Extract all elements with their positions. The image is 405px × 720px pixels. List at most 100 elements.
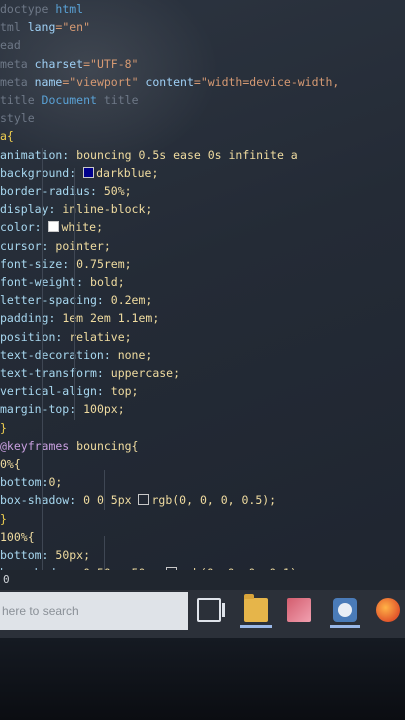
code-token: ="viewport" xyxy=(62,74,139,89)
code-line[interactable]: } xyxy=(0,419,405,437)
code-token: rgb(0, 0, 0, 0.5); xyxy=(151,493,277,508)
code-token: pointer; xyxy=(55,238,111,253)
code-token: ead xyxy=(0,38,21,53)
code-line[interactable]: margin-top: 100px; xyxy=(0,400,405,418)
code-line[interactable]: font-weight: bold; xyxy=(0,273,405,291)
code-token: top; xyxy=(110,384,139,399)
code-line[interactable]: animation: bouncing 0.5s ease 0s infinit… xyxy=(0,146,405,164)
code-line[interactable]: padding: 1em 2em 1.1em; xyxy=(0,309,405,327)
code-token: style xyxy=(0,111,35,126)
code-editor-screen: doctype html tml lang="en" ead meta charse… xyxy=(0,0,405,600)
code-token: text-transform: xyxy=(0,366,111,380)
code-token: html xyxy=(48,2,84,16)
code-token: text-decoration: xyxy=(0,347,118,362)
code-token: ="en" xyxy=(55,20,91,35)
code-line[interactable]: font-size: 0.75rem; xyxy=(0,255,405,273)
code-token: } xyxy=(0,420,7,435)
firefox-icon[interactable] xyxy=(376,598,400,622)
code-line[interactable]: position: relative; xyxy=(0,328,405,346)
code-token: border-radius: xyxy=(0,184,104,198)
code-line[interactable]: text-decoration: none; xyxy=(0,346,405,364)
code-line[interactable]: doctype html xyxy=(0,0,405,18)
code-line[interactable]: style xyxy=(0,109,405,127)
code-line[interactable]: 0%{ xyxy=(0,455,405,473)
code-line[interactable]: a{ xyxy=(0,127,405,145)
code-token: letter-spacing: xyxy=(0,293,111,308)
code-token: doctype xyxy=(0,2,49,16)
code-line[interactable]: 100%{ xyxy=(0,528,405,546)
code-token: bottom: xyxy=(0,548,56,562)
code-token: @keyframes xyxy=(0,438,77,453)
code-line[interactable]: @keyframes bouncing{ xyxy=(0,437,405,455)
code-token: 0; xyxy=(48,475,63,490)
code-token: 50%; xyxy=(103,184,132,198)
code-token: darkblue; xyxy=(96,165,159,180)
code-token: charset xyxy=(27,56,84,71)
code-token: content xyxy=(138,74,194,89)
code-line[interactable]: meta charset="UTF-8" xyxy=(0,55,405,73)
code-token: bouncing 0.5s ease 0s infinite a xyxy=(76,147,298,162)
code-line[interactable]: title Document title xyxy=(0,91,405,109)
code-line[interactable]: meta name="viewport" content="width=devi… xyxy=(0,73,405,91)
active-indicator xyxy=(240,625,272,628)
code-token: position: xyxy=(0,329,70,344)
status-bar: 0 xyxy=(0,570,405,590)
color-swatch-icon xyxy=(83,166,95,178)
app-icon[interactable] xyxy=(333,598,357,622)
code-token: vertical-align: xyxy=(0,384,111,399)
code-token: 1em 2em 1.1em; xyxy=(62,311,160,326)
code-token: white; xyxy=(61,220,104,235)
code-line[interactable]: vertical-align: top; xyxy=(0,382,405,400)
code-token: title xyxy=(0,93,35,107)
code-line[interactable]: tml lang="en" xyxy=(0,18,405,36)
code-line[interactable]: bottom: 50px; xyxy=(0,546,405,564)
code-line[interactable]: border-radius: 50%; xyxy=(0,182,405,200)
code-line[interactable]: } xyxy=(0,510,405,528)
code-token: display: xyxy=(0,202,63,217)
code-line[interactable]: color: white; xyxy=(0,218,405,236)
code-line[interactable]: ead xyxy=(0,36,405,54)
code-line[interactable]: bottom:0; xyxy=(0,473,405,491)
code-line[interactable]: letter-spacing: 0.2em; xyxy=(0,291,405,309)
code-token: name xyxy=(27,74,63,89)
code-token: cursor: xyxy=(0,238,56,253)
code-token: ="width=device-width, xyxy=(193,74,340,89)
search-box[interactable]: here to search xyxy=(0,592,188,630)
code-token: } xyxy=(0,511,7,526)
task-view-icon[interactable] xyxy=(197,598,225,622)
code-line[interactable]: box-shadow: 0 0 5px rgb(0, 0, 0, 0.5); xyxy=(0,491,405,509)
code-token: Document xyxy=(34,93,104,107)
code-line[interactable]: cursor: pointer; xyxy=(0,237,405,255)
code-token: ="UTF-8" xyxy=(83,56,139,71)
indent-guide xyxy=(42,148,43,576)
code-token: inline-block; xyxy=(62,202,153,217)
code-token: 0 0 5px xyxy=(83,493,139,508)
code-token: tml xyxy=(0,20,21,35)
code-token: meta xyxy=(0,74,28,89)
code-line[interactable]: background: darkblue; xyxy=(0,164,405,182)
code-token: 0.2em; xyxy=(110,293,153,308)
code-token: 0%{ xyxy=(0,457,21,471)
photos-icon[interactable] xyxy=(287,598,311,622)
code-token: a{ xyxy=(0,129,14,144)
code-token: relative; xyxy=(69,329,132,344)
status-text: 0 xyxy=(3,573,10,586)
code-token: uppercase; xyxy=(110,366,181,380)
code-token: 50px; xyxy=(55,548,91,562)
code-token: animation: xyxy=(0,147,77,162)
code-line[interactable]: display: inline-block; xyxy=(0,200,405,218)
file-explorer-icon[interactable] xyxy=(244,594,268,622)
color-swatch-icon xyxy=(138,494,150,506)
color-swatch-icon xyxy=(48,221,60,233)
code-token: bouncing{ xyxy=(76,438,139,453)
code-token: 0.75rem; xyxy=(76,256,132,271)
code-token: font-weight: xyxy=(0,275,91,289)
code-token: 100%{ xyxy=(0,529,35,544)
code-token: none; xyxy=(117,347,153,362)
code-token: padding: xyxy=(0,311,63,326)
code-token: title xyxy=(103,93,139,107)
code-token: lang xyxy=(20,20,56,35)
code-line[interactable]: text-transform: uppercase; xyxy=(0,364,405,382)
code-token: font-size: xyxy=(0,256,77,271)
code-token: bold; xyxy=(90,275,125,289)
